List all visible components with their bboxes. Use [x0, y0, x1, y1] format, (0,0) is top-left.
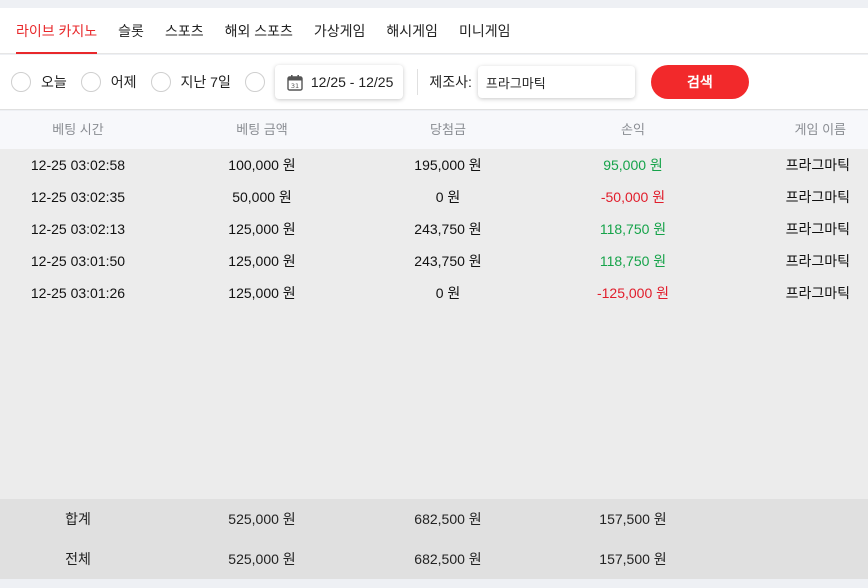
cell-game: 프라그마틱 [785, 189, 850, 205]
tab-mini-game[interactable]: 미니게임 [459, 8, 511, 54]
category-tabs: 라이브 카지노 슬롯 스포츠 해외 스포츠 가상게임 해시게임 미니게임 [0, 8, 868, 54]
footer-win: 682,500 원 [414, 511, 482, 527]
cell-time: 12-25 03:02:58 [30, 157, 126, 173]
cell-bet: 125,000 원 [228, 285, 296, 301]
header-bet-amount: 베팅 금액 [236, 122, 288, 137]
footer-label: 전체 [65, 551, 91, 567]
cell-bet: 125,000 원 [228, 253, 296, 269]
date-range-picker[interactable]: 31 12/25 - 12/25 [274, 65, 404, 99]
filter-last7[interactable]: 지난 7일 [150, 72, 231, 92]
radio-custom[interactable] [244, 72, 265, 92]
table-header: 베팅 시간 베팅 금액 당첨금 손익 게임 이름 [0, 111, 868, 149]
filter-divider [417, 69, 419, 95]
cell-bet: 100,000 원 [228, 157, 296, 173]
header-game-name: 게임 이름 [794, 122, 846, 137]
cell-win: 243,750 원 [414, 221, 482, 237]
footer-label: 합계 [65, 511, 91, 527]
footer-row-subtotal: 합계 525,000 원 682,500 원 157,500 원 [0, 499, 868, 539]
filter-yesterday-label: 어제 [110, 74, 137, 90]
footer-row-total: 전체 525,000 원 682,500 원 157,500 원 [0, 539, 868, 579]
cell-time: 12-25 03:01:50 [30, 253, 126, 269]
cell-profit-loss: 118,750 원 [599, 221, 667, 237]
footer-bet: 525,000 원 [228, 511, 296, 527]
vendor-label: 제조사: [429, 74, 472, 90]
tab-live-casino[interactable]: 라이브 카지노 [16, 8, 98, 54]
bottom-strip [0, 579, 868, 588]
header-winnings: 당첨금 [430, 122, 466, 137]
cell-game: 프라그마틱 [785, 157, 850, 173]
cell-profit-loss: 118,750 원 [599, 253, 667, 269]
radio-last7[interactable] [150, 72, 171, 92]
radio-today[interactable] [11, 72, 31, 92]
cell-profit-loss: 95,000 원 [603, 157, 663, 173]
calendar-icon: 31 [287, 74, 303, 91]
cell-game: 프라그마틱 [785, 253, 850, 269]
vendor-input[interactable] [477, 66, 635, 98]
tab-overseas-sports[interactable]: 해외 스포츠 [225, 8, 293, 54]
cell-game: 프라그마틱 [785, 285, 850, 301]
radio-yesterday[interactable] [80, 72, 101, 92]
table-row: 12-25 03:02:35 50,000 원 0 원 -50,000 원 프라… [0, 181, 868, 213]
filter-custom[interactable] [244, 72, 265, 92]
cell-bet: 50,000 원 [232, 189, 292, 205]
cell-game: 프라그마틱 [785, 221, 850, 237]
filter-bar: 오늘 어제 지난 7일 31 12/25 - 12/25 제조사: 검색 [0, 55, 868, 110]
date-range-text: 12/25 - 12/25 [310, 74, 394, 90]
filter-last7-label: 지난 7일 [180, 74, 231, 90]
footer-bet: 525,000 원 [228, 551, 296, 567]
filter-yesterday[interactable]: 어제 [80, 72, 137, 92]
cell-time: 12-25 03:02:13 [30, 221, 126, 237]
svg-text:31: 31 [291, 82, 299, 90]
cell-win: 195,000 원 [414, 157, 482, 173]
filter-today-label: 오늘 [41, 74, 67, 90]
tab-hash-game[interactable]: 해시게임 [386, 8, 438, 54]
table-row: 12-25 03:02:13 125,000 원 243,750 원 118,7… [0, 213, 868, 245]
table-row: 12-25 03:02:58 100,000 원 195,000 원 95,00… [0, 149, 868, 181]
footer-win: 682,500 원 [414, 551, 482, 567]
cell-win: 243,750 원 [414, 253, 482, 269]
header-bet-time: 베팅 시간 [52, 122, 104, 137]
cell-time: 12-25 03:01:26 [30, 285, 126, 301]
search-button[interactable]: 검색 [650, 65, 749, 99]
tab-sports[interactable]: 스포츠 [165, 8, 204, 54]
table-body: 12-25 03:02:58 100,000 원 195,000 원 95,00… [0, 149, 868, 499]
table-footer: 합계 525,000 원 682,500 원 157,500 원 전체 525,… [0, 499, 868, 579]
cell-win: 0 원 [435, 189, 461, 205]
cell-time: 12-25 03:02:35 [30, 189, 126, 205]
cell-profit-loss: -50,000 원 [600, 189, 666, 205]
cell-win: 0 원 [435, 285, 461, 301]
cell-profit-loss: -125,000 원 [596, 285, 670, 301]
footer-profit-loss: 157,500 원 [599, 511, 667, 527]
footer-profit-loss: 157,500 원 [599, 551, 667, 567]
header-profit-loss: 손익 [621, 122, 645, 137]
table-row: 12-25 03:01:50 125,000 원 243,750 원 118,7… [0, 245, 868, 277]
filter-today[interactable]: 오늘 [11, 72, 67, 92]
table-row: 12-25 03:01:26 125,000 원 0 원 -125,000 원 … [0, 277, 868, 309]
tab-slot[interactable]: 슬롯 [118, 8, 144, 54]
cell-bet: 125,000 원 [228, 221, 296, 237]
tab-virtual-game[interactable]: 가상게임 [314, 8, 366, 54]
